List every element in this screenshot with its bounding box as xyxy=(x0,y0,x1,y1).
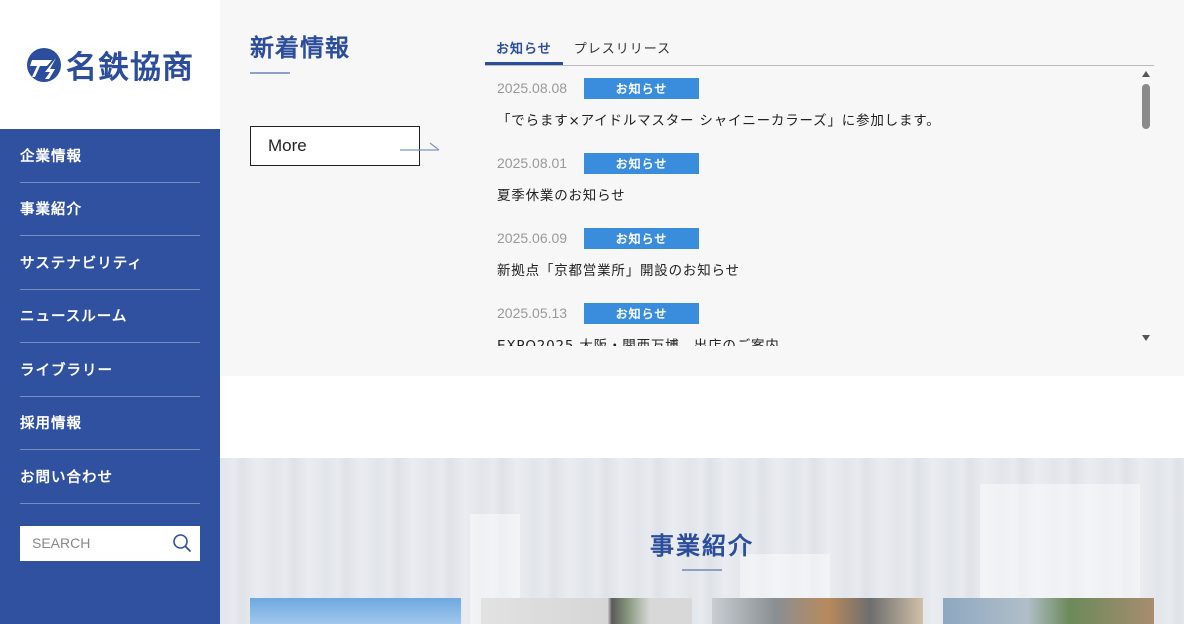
nav-item-newsroom[interactable]: ニュースルーム xyxy=(20,290,200,343)
news-link[interactable]: 「でらます×アイドルマスター シャイニーカラーズ」に参加します。 xyxy=(497,109,1139,129)
scroll-up-arrow-icon[interactable] xyxy=(1142,71,1150,77)
tab-notices[interactable]: お知らせ xyxy=(485,30,563,65)
list-item[interactable]: 2025.08.01 お知らせ 夏季休業のお知らせ xyxy=(485,141,1139,216)
news-link[interactable]: 新拠点「京都営業所」開設のお知らせ xyxy=(497,259,1139,279)
brand-mark-icon xyxy=(27,47,61,82)
sidebar: 名鉄協商 企業情報 事業紹介 サステナビリティ ニュースルーム ライブラリー 採… xyxy=(0,0,220,624)
nav-item-library[interactable]: ライブラリー xyxy=(20,343,200,397)
category-badge: お知らせ xyxy=(584,152,699,174)
nav-item-recruit[interactable]: 採用情報 xyxy=(20,397,200,450)
nav-item-sustainability[interactable]: サステナビリティ xyxy=(20,236,200,290)
news-section: 新着情報 More お知らせ プレスリリース 2025.08.08 お知らせ 「… xyxy=(220,0,1184,376)
business-card-image[interactable] xyxy=(250,598,461,624)
business-card-image[interactable] xyxy=(943,598,1154,624)
brand-logo[interactable]: 名鉄協商 xyxy=(26,42,194,87)
category-badge: お知らせ xyxy=(584,227,699,249)
news-list: 2025.08.08 お知らせ 「でらます×アイドルマスター シャイニーカラーズ… xyxy=(485,66,1139,346)
brand-name: 名鉄協商 xyxy=(66,50,194,86)
business-heading-underline xyxy=(682,569,722,571)
news-link[interactable]: 夏季休業のお知らせ xyxy=(497,184,1139,204)
scroll-thumb[interactable] xyxy=(1142,84,1150,129)
news-heading-underline xyxy=(250,72,290,74)
category-badge: お知らせ xyxy=(584,302,699,324)
scroll-down-arrow-icon[interactable] xyxy=(1142,335,1150,341)
news-scrollbar[interactable] xyxy=(1138,68,1154,344)
list-item[interactable]: 2025.05.13 お知らせ EXPO2025 大阪・関西万博 出店のご案内 xyxy=(485,291,1139,346)
business-card-image[interactable] xyxy=(712,598,923,624)
list-item[interactable]: 2025.06.09 お知らせ 新拠点「京都営業所」開設のお知らせ xyxy=(485,216,1139,291)
search-box xyxy=(20,525,200,561)
search-icon[interactable] xyxy=(172,533,192,553)
news-date: 2025.08.01 xyxy=(497,155,568,171)
more-button[interactable]: More xyxy=(250,126,420,166)
more-button-label: More xyxy=(268,136,307,155)
main-nav: 企業情報 事業紹介 サステナビリティ ニュースルーム ライブラリー 採用情報 お… xyxy=(0,129,220,504)
category-badge: お知らせ xyxy=(584,77,699,99)
news-date: 2025.08.08 xyxy=(497,80,568,96)
arrow-right-icon xyxy=(400,142,440,151)
news-date: 2025.06.09 xyxy=(497,230,568,246)
business-section: 事業紹介 xyxy=(220,458,1184,624)
logo-area: 名鉄協商 xyxy=(0,0,220,129)
news-link[interactable]: EXPO2025 大阪・関西万博 出店のご案内 xyxy=(497,334,1139,346)
business-heading: 事業紹介 xyxy=(650,532,754,560)
news-heading: 新着情報 xyxy=(250,34,350,62)
list-item[interactable]: 2025.08.08 お知らせ 「でらます×アイドルマスター シャイニーカラーズ… xyxy=(485,66,1139,141)
nav-item-contact[interactable]: お問い合わせ xyxy=(20,450,200,504)
news-date: 2025.05.13 xyxy=(497,305,568,321)
nav-item-company[interactable]: 企業情報 xyxy=(20,129,200,183)
search-input[interactable] xyxy=(32,535,162,551)
nav-item-business[interactable]: 事業紹介 xyxy=(20,183,200,236)
business-card-image[interactable] xyxy=(481,598,692,624)
news-tabs: お知らせ プレスリリース xyxy=(485,30,1154,66)
tab-press-releases[interactable]: プレスリリース xyxy=(563,30,682,65)
